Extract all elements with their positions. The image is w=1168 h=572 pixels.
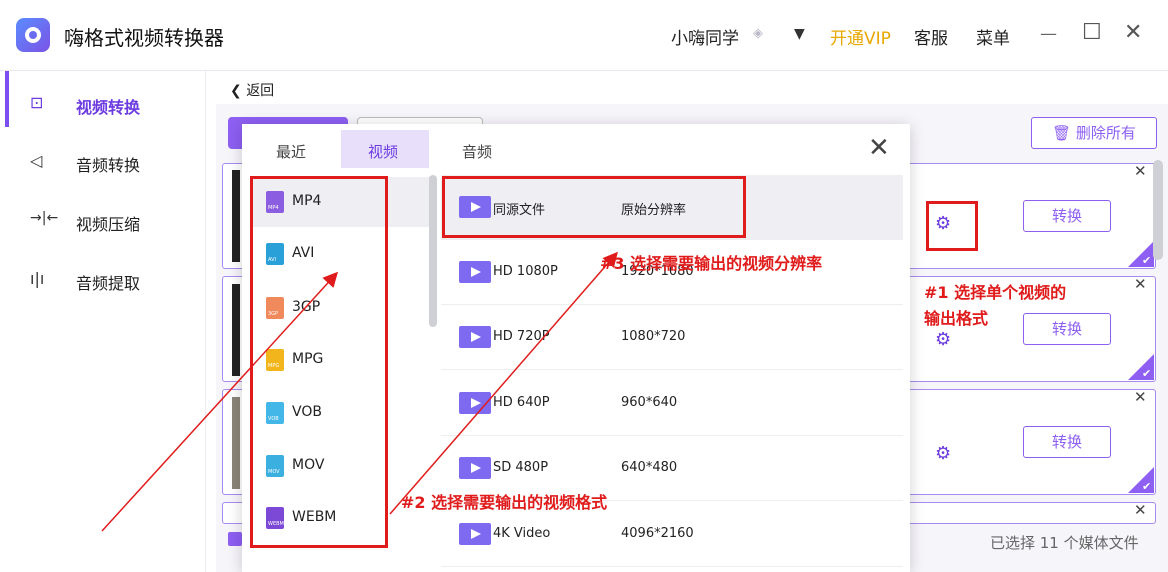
annotation-arrows: [101, 251, 618, 532]
annotation-arrow-resolution: [389, 251, 618, 515]
annotation-arrow-formats: [101, 271, 339, 532]
